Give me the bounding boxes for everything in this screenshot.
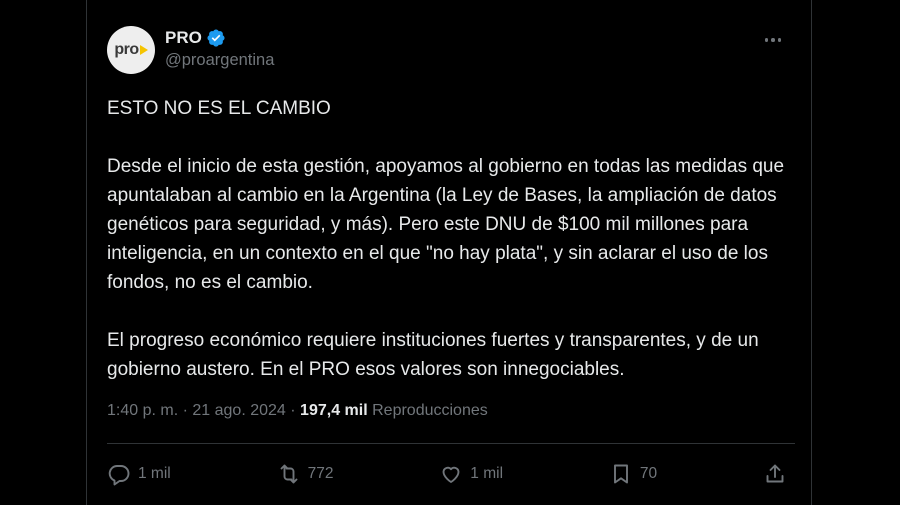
repost-icon bbox=[280, 464, 298, 484]
repost-count: 772 bbox=[307, 465, 334, 482]
meta-separator: · bbox=[182, 402, 188, 419]
play-triangle-icon bbox=[139, 45, 148, 55]
avatar-logo: pro bbox=[114, 41, 148, 59]
divider bbox=[107, 443, 795, 444]
share-button[interactable] bbox=[763, 462, 787, 486]
account-names: PRO @proargentina bbox=[165, 27, 274, 70]
tweet-header: pro PRO @proargentina bbox=[107, 26, 795, 76]
tweet-text: ESTO NO ES EL CAMBIO Desde el inicio de … bbox=[107, 94, 797, 413]
tweet-time[interactable]: 1:40 p. m. bbox=[107, 402, 178, 419]
account-handle[interactable]: @proargentina bbox=[165, 51, 274, 70]
bookmark-button[interactable]: 70 bbox=[609, 462, 657, 486]
verified-badge-icon bbox=[207, 29, 225, 47]
avatar[interactable]: pro bbox=[107, 26, 155, 74]
views-count: 197,4 mil bbox=[300, 402, 368, 419]
like-button[interactable]: 1 mil bbox=[439, 462, 503, 486]
reply-icon bbox=[108, 465, 130, 486]
views-label: Reproducciones bbox=[372, 402, 488, 419]
tweet-card: pro PRO @proargentina ESTO NO ES EL CAMB… bbox=[86, 0, 812, 505]
action-bar: 1 mil 772 1 mil 70 bbox=[107, 460, 787, 488]
bookmark-icon bbox=[613, 464, 628, 484]
like-count: 1 mil bbox=[470, 465, 504, 482]
bookmark-count: 70 bbox=[639, 465, 658, 482]
share-icon bbox=[766, 464, 784, 483]
repost-button[interactable]: 772 bbox=[277, 462, 334, 486]
tweet-date[interactable]: 21 ago. 2024 bbox=[192, 402, 285, 419]
meta-separator: · bbox=[290, 402, 296, 419]
tweet-paragraph: El progreso económico requiere instituci… bbox=[107, 330, 759, 380]
like-icon bbox=[442, 466, 460, 483]
more-options-icon[interactable] bbox=[761, 30, 785, 50]
tweet-paragraph: Desde el inicio de esta gestión, apoyamo… bbox=[107, 156, 785, 293]
display-name[interactable]: PRO bbox=[165, 28, 202, 48]
avatar-logo-text: pro bbox=[114, 41, 139, 58]
tweet-paragraph: ESTO NO ES EL CAMBIO bbox=[107, 98, 331, 119]
tweet-metadata: 1:40 p. m. · 21 ago. 2024 · 197,4 mil Re… bbox=[107, 402, 488, 420]
reply-button[interactable]: 1 mil bbox=[107, 462, 171, 486]
reply-count: 1 mil bbox=[138, 465, 171, 482]
